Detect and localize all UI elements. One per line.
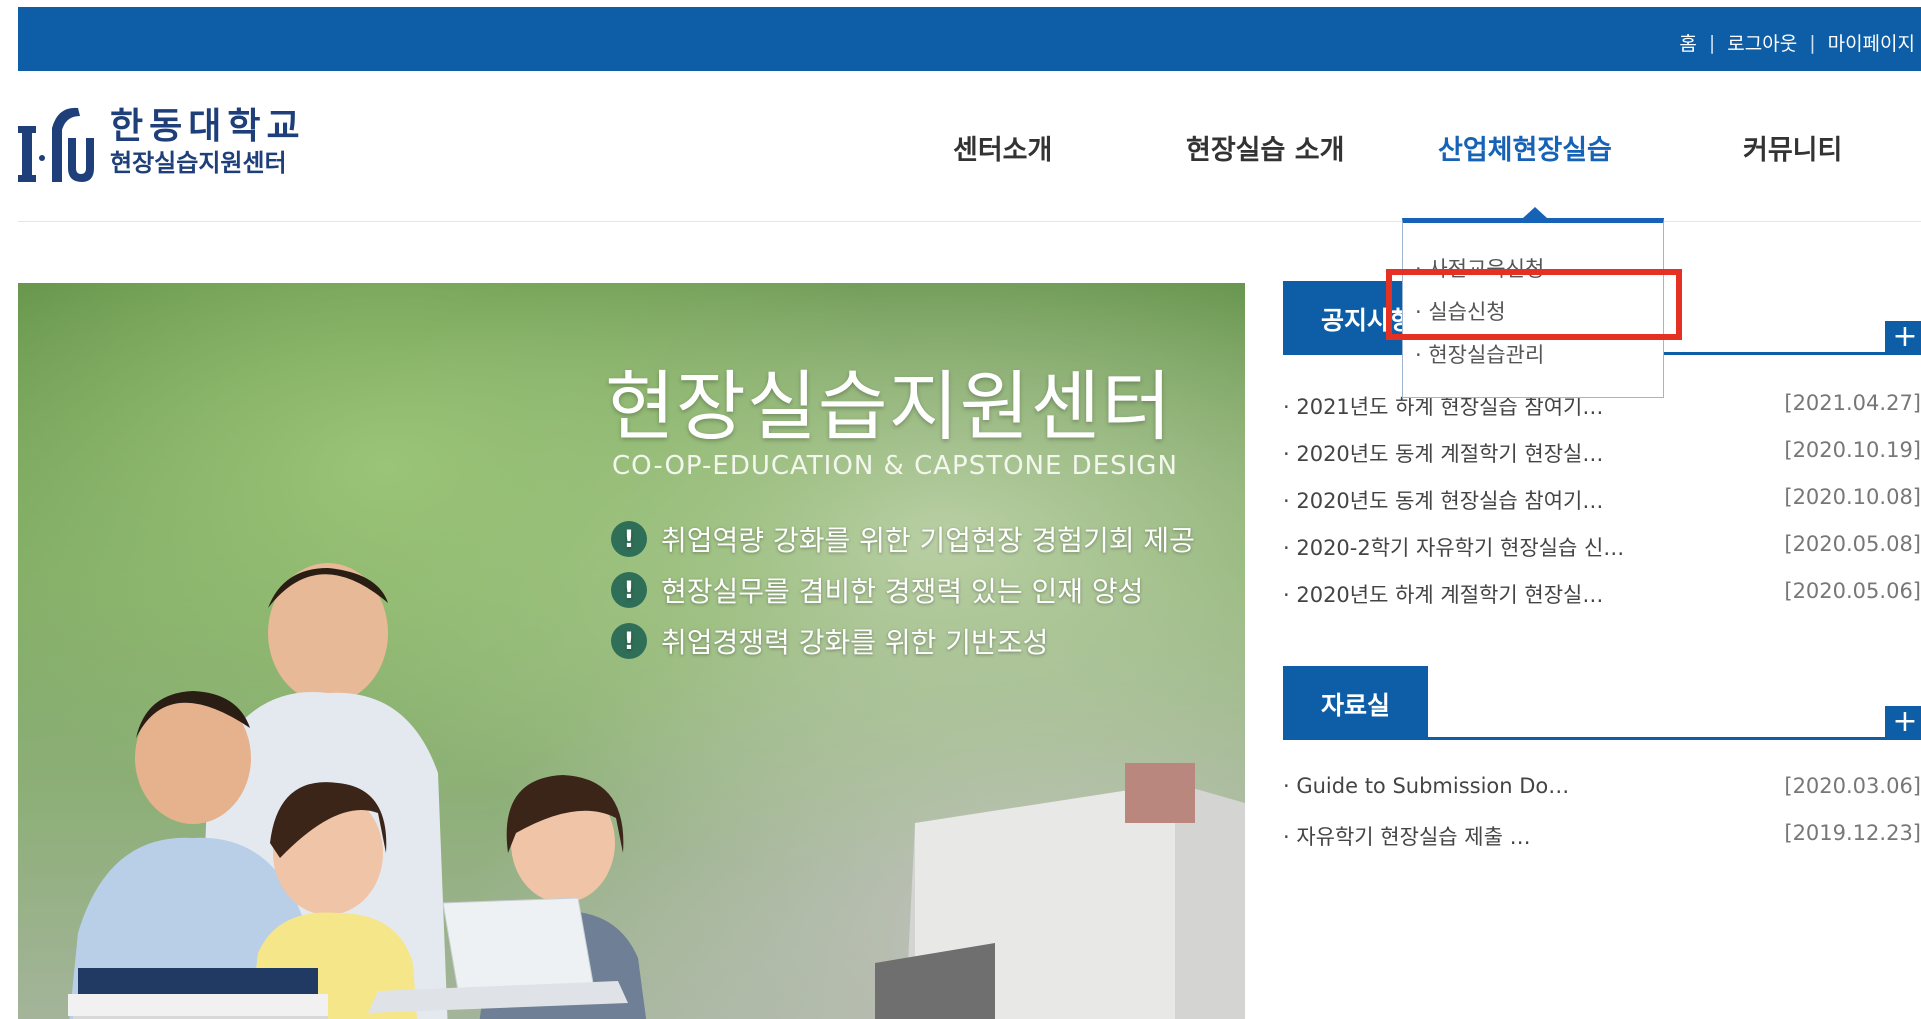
banner-title: 현장실습지원센터 (605, 362, 1173, 451)
top-bar: 홈 | 로그아웃 | 마이페이지 (18, 7, 1921, 71)
mypage-link[interactable]: 마이페이지 (1828, 29, 1915, 56)
archive-board: 자료실 + · Guide to Submission Do… [2020.03… (1283, 666, 1921, 866)
notice-item-date: [2021.04.27] (1784, 391, 1921, 415)
archive-item-title[interactable]: · 자유학기 현장실습 제출 … (1283, 821, 1531, 851)
exclamation-icon: ! (611, 623, 647, 659)
banner-subtitle: CO-OP-EDUCATION & CAPSTONE DESIGN (612, 451, 1178, 481)
notice-item-date: [2020.10.19] (1784, 438, 1921, 462)
banner-bullet-text: 취업경쟁력 강화를 위한 기반조성 (661, 626, 1049, 659)
archive-item-title[interactable]: · Guide to Submission Do… (1283, 774, 1569, 798)
notice-item-date: [2020.05.08] (1784, 532, 1921, 556)
nav-fieldwork-intro[interactable]: 현장실습 소개 (1186, 128, 1344, 167)
exclamation-icon: ! (611, 572, 647, 608)
banner-bullet: ! 현장실무를 겸비한 경쟁력 있는 인재 양성 (611, 570, 1143, 610)
archive-board-title[interactable]: 자료실 (1283, 666, 1429, 740)
notice-more-plus-icon[interactable]: + (1885, 321, 1921, 353)
nav-community[interactable]: 커뮤니티 (1743, 128, 1842, 167)
notice-item-date: [2020.05.06] (1784, 579, 1921, 603)
banner-bullet: ! 취업경쟁력 강화를 위한 기반조성 (611, 621, 1048, 661)
highlight-box (1386, 269, 1682, 340)
notice-item-date: [2020.10.08] (1784, 485, 1921, 509)
board-underline (1283, 737, 1921, 740)
main-banner: 현장실습지원센터 CO-OP-EDUCATION & CAPSTONE DESI… (18, 283, 1245, 1019)
main-nav: 센터소개 현장실습 소개 산업체현장실습 커뮤니티 (0, 128, 1921, 168)
banner-bullet-text: 취업역량 강화를 위한 기업현장 경험기회 제공 (661, 524, 1195, 557)
archive-item-date: [2020.03.06] (1784, 774, 1921, 798)
banner-bullet: ! 취업역량 강화를 위한 기업현장 경험기회 제공 (611, 519, 1195, 559)
notice-item-title[interactable]: · 2020년도 하계 계절학기 현장실… (1283, 579, 1603, 609)
archive-item-date: [2019.12.23] (1784, 821, 1921, 845)
dropdown-caret-icon (1523, 207, 1547, 218)
logout-link[interactable]: 로그아웃 (1727, 29, 1797, 56)
building-photo (875, 763, 1245, 1019)
exclamation-icon: ! (611, 521, 647, 557)
utility-links: 홈 | 로그아웃 | 마이페이지 (1679, 29, 1915, 56)
separator: | (1708, 31, 1716, 54)
notice-item-title[interactable]: · 2020년도 동계 현장실습 참여기… (1283, 485, 1603, 515)
banner-bullet-text: 현장실무를 겸비한 경쟁력 있는 인재 양성 (661, 575, 1144, 608)
nav-industry-fieldwork[interactable]: 산업체현장실습 (1438, 128, 1612, 167)
dropdown-item-internship-manage[interactable]: · 현장실습관리 (1415, 339, 1544, 369)
notice-item-title[interactable]: · 2020-2학기 자유학기 현장실습 신… (1283, 532, 1624, 562)
archive-more-plus-icon[interactable]: + (1885, 706, 1921, 738)
nav-center-intro[interactable]: 센터소개 (953, 128, 1052, 167)
separator: | (1809, 31, 1816, 54)
home-link[interactable]: 홈 (1679, 29, 1696, 56)
notice-item-title[interactable]: · 2020년도 동계 계절학기 현장실… (1283, 438, 1603, 468)
page: 홈 | 로그아웃 | 마이페이지 한동대학교 현장실습지원센터 센터소개 현장실… (0, 0, 1921, 1019)
